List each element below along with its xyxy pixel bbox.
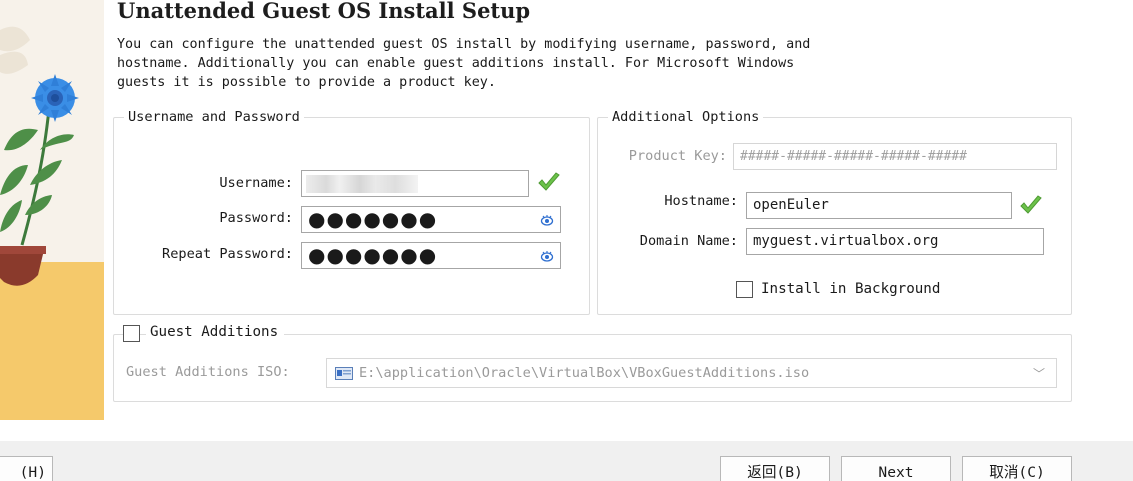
flower-pot-illustration — [0, 0, 104, 420]
next-button[interactable]: Next — [841, 456, 951, 481]
unattended-install-dialog: Unattended Guest OS Install Setup You ca… — [0, 0, 1133, 481]
domain-name-field[interactable]: myguest.virtualbox.org — [746, 228, 1044, 255]
guest-additions-label[interactable]: Guest Additions — [146, 324, 285, 340]
product-key-field: #####-#####-#####-#####-##### — [733, 143, 1057, 170]
repeat-password-masked-value: ●●●●●●● — [308, 243, 438, 267]
password-field[interactable]: ●●●●●●● — [301, 206, 561, 233]
page-title: Unattended Guest OS Install Setup — [117, 0, 531, 23]
repeat-password-field[interactable]: ●●●●●●● — [301, 242, 561, 269]
repeat-password-reveal-eye-icon[interactable] — [540, 249, 554, 263]
username-label: Username: — [219, 175, 293, 191]
disk-image-file-icon — [335, 367, 353, 380]
back-button[interactable]: 返回(B) — [720, 456, 830, 481]
guest-additions-iso-path: E:\application\Oracle\VirtualBox\VBoxGue… — [359, 365, 810, 381]
username-field[interactable] — [301, 170, 529, 197]
guest-additions-iso-selector: E:\application\Oracle\VirtualBox\VBoxGue… — [326, 358, 1057, 388]
repeat-password-label: Repeat Password: — [162, 246, 293, 262]
guest-additions-iso-label: Guest Additions ISO: — [126, 364, 290, 380]
help-button[interactable]: (H) — [0, 456, 53, 481]
install-in-background-checkbox[interactable] — [736, 281, 753, 298]
page-description: You can configure the unattended guest O… — [117, 37, 811, 90]
product-key-label: Product Key: — [628, 148, 727, 164]
username-redacted-value — [306, 175, 418, 193]
password-masked-value: ●●●●●●● — [308, 207, 438, 231]
chevron-down-icon: ﹀ — [1032, 367, 1045, 381]
username-valid-check-icon — [538, 172, 560, 191]
password-reveal-eye-icon[interactable] — [540, 213, 554, 227]
hostname-valid-check-icon — [1020, 195, 1042, 214]
install-in-background-label[interactable]: Install in Background — [761, 281, 940, 297]
wizard-side-illustration — [0, 0, 104, 420]
cancel-button[interactable]: 取消(C) — [962, 456, 1072, 481]
username-password-legend: Username and Password — [124, 109, 304, 125]
password-label: Password: — [219, 210, 293, 226]
domain-name-label: Domain Name: — [639, 233, 738, 249]
hostname-label: Hostname: — [664, 193, 738, 209]
guest-additions-checkbox[interactable] — [123, 325, 140, 342]
additional-options-legend: Additional Options — [608, 109, 764, 125]
hostname-field[interactable]: openEuler — [746, 192, 1012, 219]
button-bar: (H) 返回(B) Next 取消(C) — [0, 441, 1133, 481]
